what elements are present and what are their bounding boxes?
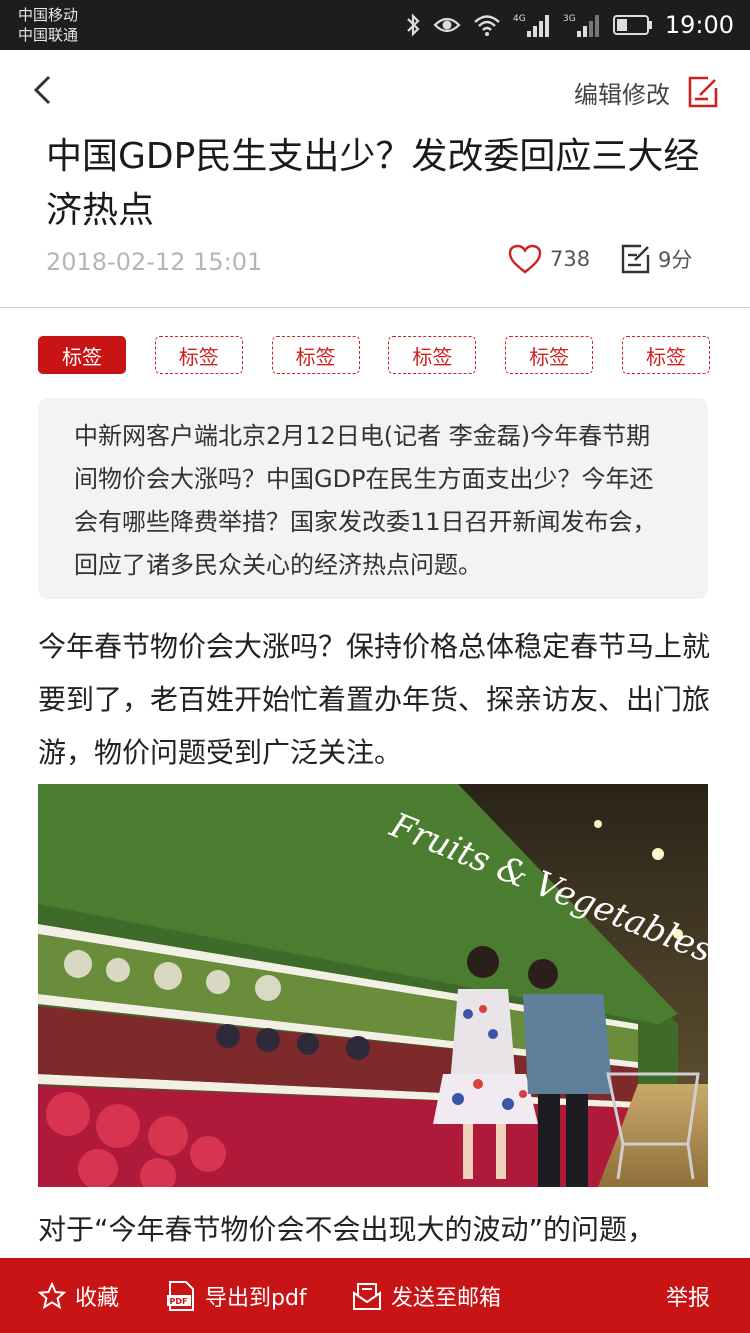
eye-icon	[433, 14, 461, 36]
score-note-icon	[621, 244, 650, 274]
wifi-icon	[473, 13, 501, 37]
tag-list: 标签 标签 标签 标签 标签 标签	[38, 336, 710, 376]
article-header: 编辑修改 中国GDP民生支出少？发改委回应三大经济热点 2018-02-12 1…	[0, 50, 750, 308]
bottom-action-bar: 收藏 PDF 导出到pdf 发送至邮箱 举报	[0, 1258, 750, 1333]
report-label: 举报	[665, 1285, 710, 1311]
tag-item[interactable]: 标签	[621, 336, 710, 374]
svg-text:3G: 3G	[563, 14, 576, 24]
send-email-label: 发送至邮箱	[391, 1285, 502, 1311]
like-count: 738	[550, 247, 591, 271]
clock: 19:00	[664, 11, 734, 39]
tag-item[interactable]: 标签	[271, 336, 360, 374]
supermarket-photo: Fruits & Vegetables	[38, 784, 708, 1187]
send-email-button[interactable]: 发送至邮箱	[352, 1258, 501, 1333]
article-title: 中国GDP民生支出少？发改委回应三大经济热点	[46, 136, 700, 231]
pdf-icon: PDF	[167, 1280, 194, 1311]
body-paragraph: 今年春节物价会大涨吗？保持价格总体稳定春节马上就要到了，老百姓开始忙着置办年货、…	[38, 630, 711, 769]
mail-icon	[353, 1282, 381, 1310]
score-value: 9分	[658, 248, 693, 272]
body-paragraph: 对于“今年春节物价会不会出现大的波动”的问题，	[38, 1213, 656, 1246]
score-indicator: 9分	[620, 243, 692, 275]
tag-item[interactable]: 标签	[38, 336, 126, 374]
tag-item[interactable]: 标签	[505, 336, 594, 374]
tag-item[interactable]: 标签	[154, 336, 243, 374]
article-photo: Fruits & Vegetables	[38, 784, 708, 1187]
carrier-1: 中国移动	[18, 6, 79, 24]
edit-icon	[688, 76, 718, 108]
report-button[interactable]: 举报	[666, 1258, 710, 1333]
edit-label: 编辑修改	[574, 80, 670, 109]
3g-signal-icon: 3G	[563, 11, 601, 39]
back-button[interactable]	[26, 72, 62, 108]
tag-item[interactable]: 标签	[388, 336, 477, 374]
status-bar: 中国移动 中国联通 4G 3G 19:00	[0, 0, 750, 50]
status-icons: 4G 3G 19:00	[405, 0, 734, 50]
back-arrow-icon	[33, 75, 51, 105]
heart-icon	[508, 244, 542, 274]
pdf-badge-text: PDF	[170, 1297, 188, 1306]
svg-text:4G: 4G	[513, 14, 526, 24]
carrier-2: 中国联通	[18, 26, 79, 44]
star-icon	[38, 1281, 66, 1309]
4g-signal-icon: 4G	[513, 11, 551, 39]
carrier-info: 中国移动 中国联通	[18, 5, 78, 45]
battery-icon	[612, 14, 653, 36]
edit-button[interactable]: 编辑修改	[574, 72, 720, 112]
like-button[interactable]: 738	[508, 244, 590, 274]
favorite-button[interactable]: 收藏	[38, 1258, 119, 1333]
bluetooth-icon	[405, 12, 421, 38]
article-summary: 中新网客户端北京2月12日电(记者 李金磊)今年春节期间物价会大涨吗？中国GDP…	[38, 398, 708, 599]
export-pdf-label: 导出到pdf	[205, 1285, 307, 1311]
favorite-label: 收藏	[75, 1285, 120, 1311]
export-pdf-button[interactable]: PDF 导出到pdf	[166, 1258, 307, 1333]
publish-date: 2018-02-12 15:01	[46, 248, 263, 276]
